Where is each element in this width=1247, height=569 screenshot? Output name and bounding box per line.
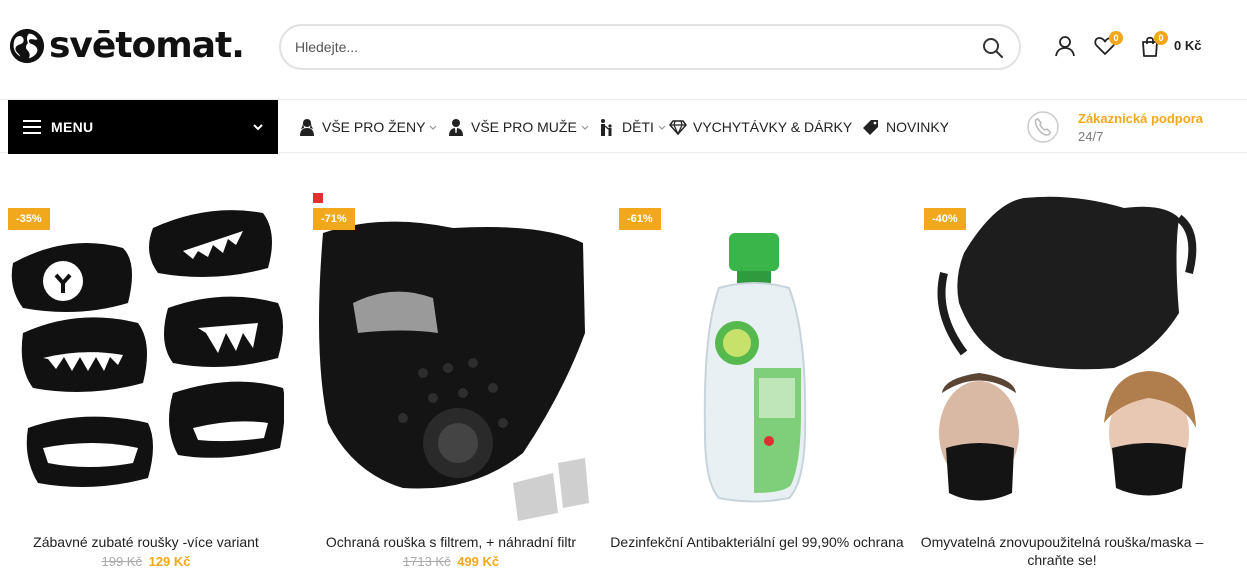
nav-item-label: VYCHYTÁVKY & DÁRKY [693, 119, 853, 135]
product-title[interactable]: Dezinfekční Antibakteriální gel 99,90% o… [609, 533, 905, 551]
chevron-down-icon [581, 125, 589, 130]
product-card[interactable]: -35% Zábavné zubaté roušky -více variant… [8, 193, 284, 568]
tag-icon [863, 120, 878, 135]
nav-item-kids[interactable]: DĚTI [598, 100, 666, 154]
old-price: 1713 Kč [402, 554, 451, 568]
product-title[interactable]: Zábavné zubaté roušky -více variant [0, 533, 294, 551]
nav-item-label: VŠE PRO MUŽE [471, 119, 577, 135]
wishlist-count-badge: 0 [1109, 31, 1123, 45]
family-icon [601, 119, 612, 136]
black-masks-image [8, 193, 284, 523]
new-price: 129 Kč [148, 554, 191, 568]
product-image[interactable] [619, 193, 895, 523]
chevron-down-icon [658, 125, 666, 130]
phone-support-icon [1027, 111, 1059, 143]
product-card[interactable]: -71% Ochraná rouška s filtrem, + náhradn… [313, 193, 589, 568]
support-title: Zákaznická podpora [1078, 110, 1203, 126]
diamond-icon [669, 120, 687, 136]
sanitizer-bottle-image [619, 193, 895, 523]
cart-total[interactable]: 0 Kč [1174, 38, 1201, 53]
globe-icon [9, 28, 45, 64]
search-icon[interactable] [981, 36, 1005, 60]
filter-mask-image [313, 193, 589, 523]
cart-count-badge: 0 [1154, 31, 1168, 45]
sale-badge: -71% [313, 208, 355, 230]
nav-item-gadgets[interactable]: VYCHYTÁVKY & DÁRKY [669, 100, 852, 154]
woman-icon [300, 119, 314, 136]
main-navigation: MENU VŠE PRO ŽENY VŠE PRO MUŽE DĚTI VYCH… [0, 99, 1247, 154]
product-image[interactable] [313, 193, 589, 523]
menu-button[interactable]: MENU [8, 100, 278, 154]
nav-item-label: DĚTI [622, 119, 654, 135]
chevron-down-icon [430, 125, 437, 130]
chevron-down-icon [253, 124, 263, 131]
product-title[interactable]: Omyvatelná znovupoužitelná rouška/maska … [914, 533, 1210, 569]
wishlist-button[interactable]: 0 [1093, 31, 1123, 58]
user-icon[interactable] [1053, 34, 1077, 58]
nav-item-news[interactable]: NOVINKY [862, 100, 949, 154]
menu-label: MENU [51, 119, 94, 135]
site-header: svētomat. 0 0 0 Kč [0, 0, 1247, 95]
product-price: 199 Kč 129 Kč [8, 554, 284, 568]
site-logo[interactable]: svētomat. [8, 24, 245, 68]
sale-badge: -35% [8, 208, 50, 230]
man-icon [449, 119, 463, 136]
product-image[interactable] [8, 193, 284, 523]
nav-item-label: VŠE PRO ŽENY [322, 119, 426, 135]
sale-badge: -61% [619, 208, 661, 230]
nav-item-men[interactable]: VŠE PRO MUŽE [447, 100, 589, 154]
new-price: 499 Kč [457, 554, 500, 568]
product-price: 1713 Kč 499 Kč [313, 554, 589, 568]
nav-item-women[interactable]: VŠE PRO ŽENY [298, 100, 437, 154]
nav-item-label: NOVINKY [886, 119, 950, 135]
old-price: 199 Kč [101, 554, 142, 568]
brand-name: svētomat. [49, 25, 245, 66]
washable-mask-image [924, 193, 1200, 523]
cart-button[interactable]: 0 [1138, 31, 1168, 58]
product-card[interactable]: -40% Omyvatelná znovupoužitelná rouška/m… [921, 193, 1203, 568]
sale-badge: -40% [924, 208, 966, 230]
hamburger-icon [23, 120, 41, 134]
product-title[interactable]: Ochraná rouška s filtrem, + náhradní fil… [303, 533, 599, 551]
product-card[interactable]: -61% Dezinfekční Antibakteriální gel 99,… [610, 193, 904, 567]
customer-support[interactable]: Zákaznická podpora 24/7 [1026, 100, 1203, 154]
support-hours: 24/7 [1078, 128, 1104, 144]
search-bar [279, 24, 1021, 70]
product-image[interactable] [924, 193, 1200, 523]
search-input[interactable] [295, 32, 955, 62]
